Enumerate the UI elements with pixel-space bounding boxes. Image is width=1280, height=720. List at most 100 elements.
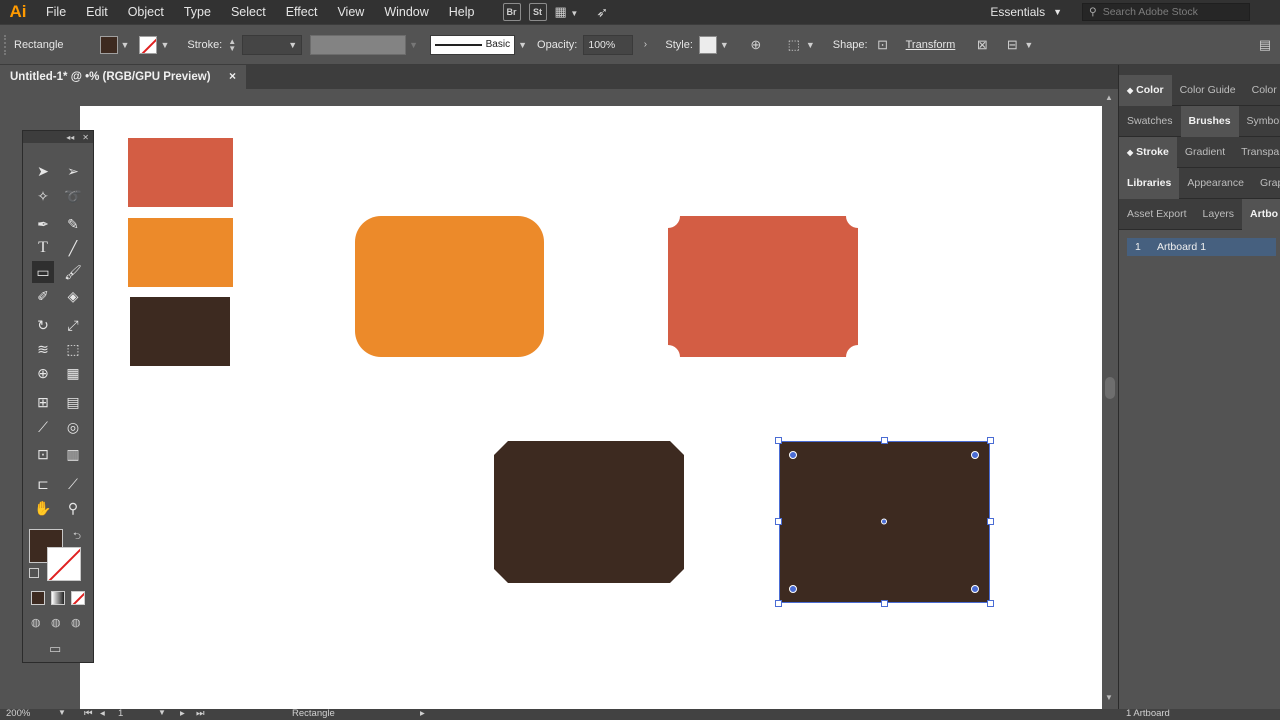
tab-color[interactable]: ◆ Color (1119, 74, 1172, 106)
chevron-down-icon[interactable]: ▼ (58, 708, 66, 717)
default-fill-stroke-icon[interactable] (29, 568, 39, 578)
tab-transparency[interactable]: Transpa (1233, 137, 1280, 168)
shape-label[interactable]: Shape: (833, 39, 868, 51)
artboard-list-item[interactable]: 1 Artboard 1 (1127, 238, 1276, 256)
tab-artboards[interactable]: Artbo (1242, 198, 1280, 230)
gradient-mode-icon[interactable] (51, 591, 65, 605)
dock-grip[interactable] (1119, 65, 1280, 75)
screen-mode-icon[interactable]: ▭ (49, 641, 61, 657)
artboard-tool-icon[interactable]: ⊏ (32, 473, 54, 495)
chevron-down-icon[interactable]: ▼ (158, 708, 166, 717)
close-icon[interactable]: × (229, 69, 236, 83)
rectangle-tool-icon[interactable]: ▭ (32, 261, 54, 283)
tab-swatches[interactable]: Swatches (1119, 106, 1181, 137)
shaper-tool-icon[interactable]: ✐ (32, 285, 54, 307)
hand-tool-icon[interactable]: ✋ (32, 497, 54, 519)
symbol-sprayer-tool-icon[interactable]: ⊡ (32, 443, 54, 465)
vertical-scrollbar[interactable]: ▲ ▼ (1102, 89, 1118, 709)
free-transform-tool-icon[interactable]: ⬚ (62, 338, 84, 360)
shape-builder-tool-icon[interactable]: ⊕ (32, 362, 54, 384)
fill-swatch[interactable] (99, 35, 118, 54)
tab-color-guide[interactable]: Color Guide (1172, 75, 1244, 106)
tab-brushes[interactable]: Brushes (1180, 105, 1239, 137)
menu-effect[interactable]: Effect (276, 5, 328, 19)
rounded-rectangle-orange[interactable] (355, 216, 544, 357)
tab-symbols[interactable]: Symbol (1239, 106, 1280, 137)
magic-wand-tool-icon[interactable]: ✧ (32, 185, 54, 207)
tab-gradient[interactable]: Gradient (1177, 137, 1233, 168)
pen-tool-icon[interactable]: ✒ (32, 213, 54, 235)
chevron-down-icon[interactable]: ▼ (1024, 40, 1033, 50)
stock-search-input[interactable]: ⚲ Search Adobe Stock (1082, 3, 1250, 21)
stroke-weight-field[interactable]: ▼ (242, 34, 303, 55)
none-mode-icon[interactable] (71, 591, 85, 605)
shape-properties-icon[interactable]: ⊡ (874, 36, 892, 54)
mesh-tool-icon[interactable]: ⊞ (32, 391, 54, 413)
tab-layers[interactable]: Layers (1195, 199, 1243, 230)
column-graph-tool-icon[interactable]: ▥ (62, 443, 84, 465)
menu-object[interactable]: Object (118, 5, 174, 19)
status-menu-icon[interactable]: ▸ (420, 708, 425, 719)
last-artboard-icon[interactable]: ⏭ (196, 708, 205, 719)
canvas-area[interactable]: ▲ ▼ (0, 89, 1118, 709)
menu-edit[interactable]: Edit (76, 5, 118, 19)
lasso-tool-icon[interactable]: ➰ (62, 185, 84, 207)
chevron-down-icon[interactable]: ▼ (806, 40, 815, 50)
selection-handles[interactable] (775, 437, 994, 607)
document-tab[interactable]: Untitled-1* @ ⁠•% (RGB/GPU Preview) × (0, 65, 246, 89)
tab-libraries[interactable]: Libraries (1119, 167, 1180, 199)
menu-select[interactable]: Select (221, 5, 276, 19)
stroke-color-box[interactable] (47, 547, 81, 581)
first-artboard-icon[interactable]: ⏮ (84, 708, 93, 719)
artboard-number[interactable]: 1 (118, 708, 123, 719)
menu-file[interactable]: File (36, 5, 76, 19)
line-segment-tool-icon[interactable]: ╱ (62, 237, 84, 259)
tab-color-themes[interactable]: Color (1244, 75, 1280, 106)
previous-artboard-icon[interactable]: ◂ (100, 708, 105, 719)
draw-normal-icon[interactable]: ◍ (31, 616, 41, 629)
menu-view[interactable]: View (327, 5, 374, 19)
stock-icon[interactable]: St (528, 3, 547, 21)
arrange-documents-icon[interactable]: ▦ ▼ (555, 4, 579, 20)
blend-tool-icon[interactable]: ◎ (62, 416, 84, 438)
zoom-tool-icon[interactable]: ⚲ (62, 497, 84, 519)
gradient-tool-icon[interactable]: ▤ (62, 391, 84, 413)
chevron-down-icon[interactable]: ▼ (409, 40, 418, 50)
warp-tool-icon[interactable]: ≋ (32, 338, 54, 360)
draw-behind-icon[interactable]: ◍ (51, 616, 61, 629)
direct-selection-tool-icon[interactable]: ➢ (62, 160, 84, 182)
panel-menu-icon[interactable]: ▤ (1256, 36, 1274, 54)
menu-type[interactable]: Type (174, 5, 221, 19)
eyedropper-tool-icon[interactable]: ⟋ (32, 416, 54, 438)
menu-help[interactable]: Help (439, 5, 485, 19)
chevron-down-icon[interactable]: ▼ (518, 40, 527, 50)
transform-label[interactable]: Transform (906, 39, 956, 51)
zoom-level[interactable]: 200% (6, 708, 30, 719)
scroll-down-icon[interactable]: ▼ (1105, 693, 1113, 702)
swap-fill-stroke-icon[interactable]: ⮌ (73, 529, 81, 546)
gpu-performance-icon[interactable]: ➶ (596, 4, 608, 21)
swatch-rect-orange[interactable] (128, 218, 233, 287)
tab-appearance[interactable]: Appearance (1179, 168, 1252, 199)
scroll-up-icon[interactable]: ▲ (1105, 93, 1113, 102)
artboard[interactable] (80, 106, 1102, 709)
brush-definition[interactable]: Basic (430, 34, 516, 55)
draw-inside-icon[interactable]: ◍ (71, 616, 81, 629)
chevron-right-icon[interactable]: › (633, 39, 657, 50)
chevron-down-icon[interactable]: ▼ (121, 40, 130, 50)
scale-tool-icon[interactable]: ⤢ (62, 314, 84, 336)
inverted-rectangle-red[interactable] (668, 216, 858, 357)
bridge-icon[interactable]: Br (502, 3, 521, 21)
stepper-icon[interactable]: ▲ ▼ (228, 37, 236, 52)
recolor-artwork-icon[interactable]: ⊕ (747, 36, 765, 54)
menu-window[interactable]: Window (374, 5, 438, 19)
swatch-rect-red[interactable] (128, 138, 233, 207)
tools-panel-header[interactable]: ◂◂ ✕ (23, 131, 93, 143)
next-artboard-icon[interactable]: ▸ (180, 708, 185, 719)
color-mode-icon[interactable] (31, 591, 45, 605)
align-icon[interactable]: ⬚ (785, 36, 803, 54)
arrange-icon[interactable]: ⊟ (1003, 36, 1021, 54)
stroke-swatch[interactable] (139, 35, 158, 54)
tab-stroke[interactable]: ◆ Stroke (1119, 136, 1177, 168)
chevron-down-icon[interactable]: ▼ (160, 40, 169, 50)
